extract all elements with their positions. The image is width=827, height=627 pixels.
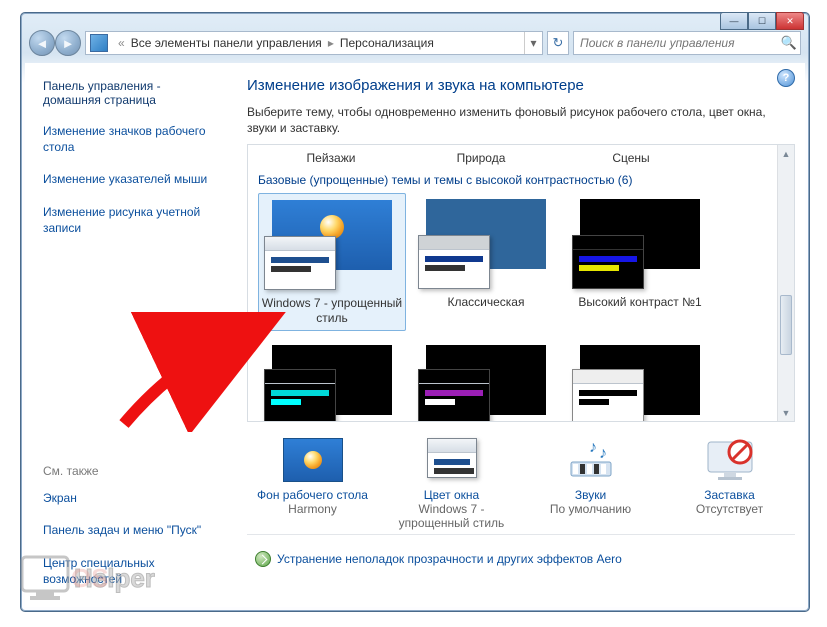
quick-window-color[interactable]: Цвет окна Windows 7 - упрощенный стиль (386, 438, 517, 530)
see-also-label: См. также (43, 464, 219, 478)
breadcrumb-seg-2[interactable]: Персонализация (340, 36, 434, 50)
chevron-left-icon: « (112, 36, 131, 50)
page-subtitle: Выберите тему, чтобы одновременно измени… (247, 104, 795, 136)
theme-high-contrast-black[interactable] (426, 345, 546, 415)
search-input[interactable] (574, 36, 778, 50)
sidebar-link-display[interactable]: Экран (43, 490, 219, 506)
navigation-bar: ◄ ► « Все элементы панели управления ▸ П… (29, 29, 801, 57)
quick-sounds[interactable]: ♪♪ Звуки По умолчанию (525, 438, 656, 530)
quick-screensaver[interactable]: Заставка Отсутствует (664, 438, 795, 530)
theme-high-contrast-white[interactable] (580, 345, 700, 415)
theme-high-contrast-1[interactable]: Высокий контраст №1 (566, 193, 714, 331)
tab-nature[interactable]: Природа (406, 151, 556, 165)
window-preview-icon (418, 235, 490, 289)
aero-troubleshoot-link[interactable]: Устранение неполадок прозрачности и друг… (247, 541, 795, 567)
breadcrumb-dropdown[interactable]: ▾ (524, 32, 542, 54)
scroll-up-icon[interactable]: ▲ (778, 145, 794, 162)
themes-panel: Пейзажи Природа Сцены Базовые (упрощенны… (247, 144, 795, 422)
sidebar-home-link[interactable]: Панель управления - домашняя страница (43, 79, 219, 107)
sidebar-link-taskbar[interactable]: Панель задач и меню "Пуск" (43, 522, 219, 538)
refresh-button[interactable]: ↻ (547, 31, 569, 55)
chevron-right-icon: ▸ (322, 36, 340, 50)
screensaver-icon (700, 438, 760, 482)
search-box[interactable]: 🔍 (573, 31, 801, 55)
theme-classic[interactable]: Классическая (412, 193, 560, 331)
svg-text:♪: ♪ (599, 445, 607, 462)
window-controls: — ☐ ✕ (720, 12, 804, 30)
tab-landscapes[interactable]: Пейзажи (256, 151, 406, 165)
sidebar-link-account-picture[interactable]: Изменение рисунка учетной записи (43, 204, 219, 236)
forward-button[interactable]: ► (55, 30, 81, 56)
basic-themes-heading: Базовые (упрощенные) темы и темы с высок… (256, 169, 776, 193)
minimize-button[interactable]: — (720, 12, 748, 30)
search-icon[interactable]: 🔍 (778, 35, 800, 51)
window-preview-icon (264, 236, 336, 290)
sidebar-link-desktop-icons[interactable]: Изменение значков рабочего стола (43, 123, 219, 155)
control-panel-icon (90, 34, 108, 52)
theme-label: Windows 7 - упрощенный стиль (259, 296, 405, 326)
sidebar-link-ease-of-access[interactable]: Центр специальных возможностей (43, 555, 219, 587)
help-icon[interactable]: ? (777, 69, 795, 87)
svg-text:♪: ♪ (589, 439, 597, 456)
scroll-down-icon[interactable]: ▼ (778, 404, 794, 421)
aero-theme-tabs: Пейзажи Природа Сцены (256, 145, 776, 169)
breadcrumb-seg-1[interactable]: Все элементы панели управления (131, 36, 322, 50)
personalization-window: — ☐ ✕ ◄ ► « Все элементы панели управлен… (20, 12, 810, 612)
quick-settings-row: Фон рабочего стола Harmony Цвет окна Win… (247, 422, 795, 532)
sidebar: Панель управления - домашняя страница Из… (25, 63, 231, 607)
tab-scenes[interactable]: Сцены (556, 151, 706, 165)
maximize-button[interactable]: ☐ (748, 12, 776, 30)
window-color-icon (422, 438, 482, 482)
theme-high-contrast-2[interactable] (272, 345, 392, 415)
main-pane: ? Изменение изображения и звука на компь… (231, 63, 805, 607)
sounds-icon: ♪♪ (561, 438, 621, 482)
back-button[interactable]: ◄ (29, 30, 55, 56)
window-preview-icon (572, 235, 644, 289)
page-title: Изменение изображения и звука на компьют… (247, 77, 795, 94)
close-button[interactable]: ✕ (776, 12, 804, 30)
quick-desktop-background[interactable]: Фон рабочего стола Harmony (247, 438, 378, 530)
wallpaper-icon (283, 438, 343, 482)
breadcrumb[interactable]: « Все элементы панели управления ▸ Персо… (85, 31, 543, 55)
theme-win7-basic[interactable]: Windows 7 - упрощенный стиль (258, 193, 406, 331)
theme-label: Высокий контраст №1 (566, 295, 714, 310)
troubleshoot-icon (255, 551, 271, 567)
sidebar-link-mouse-pointers[interactable]: Изменение указателей мыши (43, 171, 219, 187)
themes-scrollbar[interactable]: ▲ ▼ (777, 145, 794, 421)
theme-label: Классическая (412, 295, 560, 310)
scroll-thumb[interactable] (780, 295, 792, 355)
